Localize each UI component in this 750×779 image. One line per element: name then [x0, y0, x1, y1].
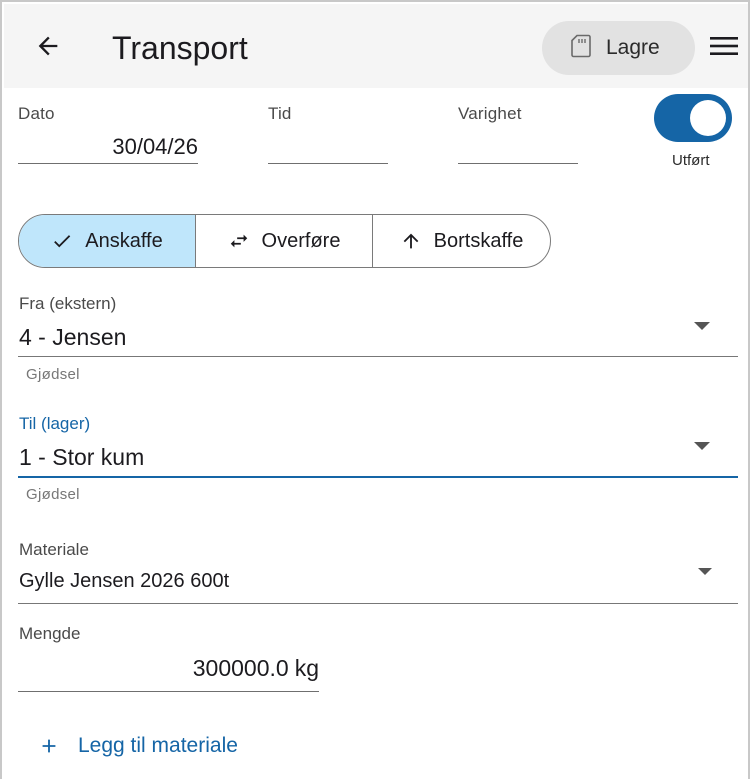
til-underline	[18, 476, 738, 478]
page-title: Transport	[112, 30, 248, 66]
arrow-left-icon	[34, 32, 62, 65]
segment-label: Bortskaffe	[433, 229, 524, 252]
varighet-field[interactable]	[458, 132, 578, 164]
til-select[interactable]: 1 - Stor kum	[19, 444, 144, 471]
tid-field[interactable]	[268, 132, 388, 164]
swap-horizontal-icon	[228, 230, 250, 252]
hamburger-menu-icon	[710, 35, 738, 62]
segment-anskaffe[interactable]: Anskaffe	[19, 215, 196, 267]
top-app-bar: Transport Lagre	[4, 4, 748, 88]
arrow-up-icon	[400, 230, 422, 252]
utfort-label: Utført	[672, 152, 710, 169]
til-dropdown-arrow-icon[interactable]	[694, 442, 710, 450]
fra-dropdown-arrow-icon[interactable]	[694, 322, 710, 330]
materiale-underline	[18, 603, 738, 604]
tid-label: Tid	[268, 104, 292, 123]
add-material-label: Legg til materiale	[78, 734, 238, 757]
segment-overfore[interactable]: Overføre	[196, 215, 373, 267]
mengde-label: Mengde	[19, 624, 81, 643]
save-button[interactable]: Lagre	[542, 21, 695, 75]
segment-label: Overføre	[261, 229, 341, 252]
toggle-knob	[690, 100, 726, 136]
utfort-toggle[interactable]	[654, 94, 732, 142]
mengde-value: 300000.0	[192, 655, 289, 681]
fra-helper-text: Gjødsel	[26, 366, 80, 383]
til-label: Til (lager)	[19, 414, 91, 433]
dato-field[interactable]: 30/04/26	[18, 132, 198, 164]
fra-select[interactable]: 4 - Jensen	[19, 324, 126, 351]
til-helper-text: Gjødsel	[26, 486, 80, 503]
fra-label: Fra (ekstern)	[19, 294, 117, 313]
check-icon	[51, 230, 73, 252]
plus-icon	[38, 735, 60, 757]
menu-button[interactable]	[706, 30, 742, 66]
sd-card-icon	[570, 34, 592, 63]
app-window: Transport Lagre Dato 30/04/26 Tid Varigh…	[0, 0, 750, 779]
segment-bortskaffe[interactable]: Bortskaffe	[373, 215, 550, 267]
fra-underline	[18, 356, 738, 357]
materiale-select[interactable]: Gylle Jensen 2026 600t	[19, 570, 229, 593]
mengde-field[interactable]: 300000.0 kg	[18, 646, 319, 692]
varighet-label: Varighet	[458, 104, 522, 123]
dato-label: Dato	[18, 104, 55, 123]
back-button[interactable]	[26, 26, 70, 70]
mengde-unit: kg	[294, 655, 319, 681]
save-button-label: Lagre	[606, 36, 660, 59]
materiale-label: Materiale	[19, 540, 89, 559]
transport-type-segmented: Anskaffe Overføre Bortskaffe	[18, 214, 551, 268]
segment-label: Anskaffe	[85, 229, 163, 252]
materiale-dropdown-arrow-icon[interactable]	[698, 568, 712, 575]
add-material-button[interactable]: Legg til materiale	[38, 728, 238, 764]
